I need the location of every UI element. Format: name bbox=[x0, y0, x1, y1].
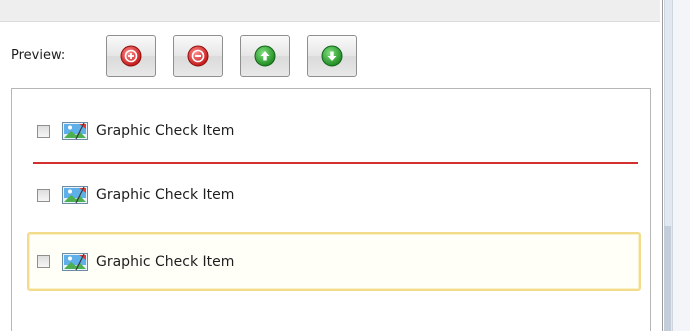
top-bar bbox=[0, 0, 660, 22]
move-up-button[interactable] bbox=[240, 35, 290, 77]
drop-indicator-line bbox=[33, 162, 638, 164]
right-gutter bbox=[673, 0, 690, 331]
item-checkbox[interactable] bbox=[37, 188, 50, 202]
item-checkbox[interactable] bbox=[37, 255, 50, 268]
remove-button[interactable] bbox=[173, 35, 223, 77]
item-label: Graphic Check Item bbox=[96, 187, 235, 203]
list-item[interactable]: Graphic Check Item bbox=[24, 109, 638, 153]
plus-circle-icon bbox=[120, 45, 142, 67]
add-button[interactable] bbox=[106, 35, 156, 77]
list-item[interactable]: Graphic Check Item bbox=[24, 173, 638, 217]
preview-label: Preview: bbox=[11, 48, 66, 63]
picture-icon bbox=[62, 122, 88, 140]
item-label: Graphic Check Item bbox=[96, 253, 235, 270]
list-item-selected[interactable]: Graphic Check Item bbox=[27, 232, 641, 291]
arrow-up-circle-icon bbox=[254, 45, 276, 67]
minus-circle-icon bbox=[187, 45, 209, 67]
item-label: Graphic Check Item bbox=[96, 123, 235, 139]
panel-divider bbox=[662, 0, 663, 331]
scrollbar-thumb[interactable] bbox=[664, 226, 671, 331]
picture-icon bbox=[62, 186, 88, 204]
item-checkbox[interactable] bbox=[37, 124, 50, 138]
move-down-button[interactable] bbox=[307, 35, 357, 77]
picture-icon bbox=[62, 252, 88, 271]
arrow-down-circle-icon bbox=[321, 45, 343, 67]
